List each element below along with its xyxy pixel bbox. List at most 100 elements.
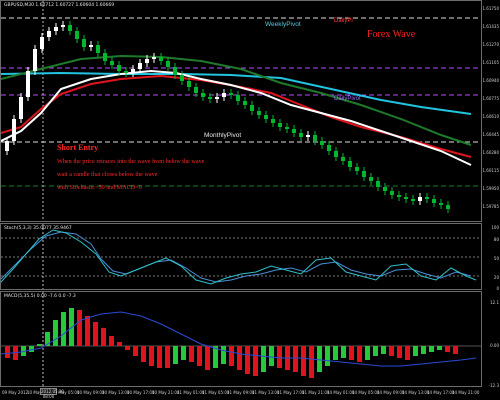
candle <box>159 57 163 61</box>
time-tick-label: 14 May 09:00 <box>377 390 405 395</box>
macd-bar <box>437 346 442 350</box>
macd-bar <box>189 346 194 362</box>
candle <box>89 45 93 47</box>
macd-bar <box>197 346 202 366</box>
candle <box>411 199 415 201</box>
macd-bar <box>269 346 274 366</box>
macd-bar <box>125 346 130 350</box>
price-tick-label: 1.60115 <box>482 168 499 173</box>
macd-tick-label: 0.00 <box>490 343 499 348</box>
annotation-line-2: wait a candle that closes below the wave <box>57 171 158 178</box>
candle <box>348 161 352 167</box>
price-tick-label: 1.60445 <box>482 132 499 137</box>
candle <box>208 97 212 99</box>
macd-bar <box>173 346 178 364</box>
macd-panel[interactable]: MACD(5,35,5) 0.00 -7.6 0.0 -7.3 <box>0 291 482 387</box>
macd-bar <box>325 346 330 366</box>
candle <box>131 69 135 73</box>
candle <box>12 119 16 141</box>
candle <box>313 135 317 141</box>
time-axis: 09 May 201210 May 01:0010 May 05:0010 Ma… <box>0 388 482 400</box>
stoch-tick-label: 20 <box>493 275 499 280</box>
macd-bar <box>229 346 234 366</box>
price-tick-label: 1.61105 <box>482 60 499 65</box>
macd-bar <box>85 316 90 346</box>
candle <box>201 93 205 97</box>
macd-bar <box>341 346 346 358</box>
candle <box>54 27 58 31</box>
candle <box>292 129 296 133</box>
candle <box>117 65 121 71</box>
candle <box>243 101 247 105</box>
macd-bar <box>373 346 378 356</box>
stoch-signal-line <box>1 231 472 283</box>
time-tick-label: 11 May 17:00 <box>277 390 305 395</box>
macd-bar <box>381 346 386 354</box>
candle <box>96 45 100 53</box>
macd-bar <box>133 346 138 356</box>
macd-bar <box>149 346 154 366</box>
macd-bar <box>93 322 98 346</box>
time-tick-label: 11 May 05:00 <box>202 390 230 395</box>
macd-bar <box>253 346 258 376</box>
candle <box>334 151 338 157</box>
macd-bar <box>389 346 394 356</box>
candle <box>103 53 107 61</box>
candle <box>166 61 170 67</box>
time-tick-label: 10 May 13:00 <box>102 390 130 395</box>
candle <box>5 141 9 151</box>
candle <box>145 59 149 63</box>
macd-bar <box>413 346 418 356</box>
candle <box>327 145 331 151</box>
candle <box>40 37 44 49</box>
macd-bar <box>309 346 314 378</box>
candle <box>320 141 324 145</box>
price-tick-label: 1.60610 <box>482 114 499 119</box>
macd-bar <box>237 346 242 370</box>
macd-bar <box>277 346 282 368</box>
macd-bar <box>141 346 146 362</box>
price-tick-label: 1.61750 <box>482 6 499 11</box>
candle <box>187 81 191 87</box>
time-tick-label: 10 May 17:00 <box>127 390 155 395</box>
macd-bar <box>301 346 306 376</box>
macd-bar <box>29 346 34 352</box>
candle <box>397 195 401 197</box>
candle <box>250 105 254 111</box>
macd-bar <box>117 342 122 346</box>
macd-bar <box>101 328 106 346</box>
candle <box>222 93 226 97</box>
macd-bar <box>453 346 458 354</box>
candle <box>124 71 128 73</box>
candle <box>180 75 184 81</box>
price-axis: 1.61750 1.61435 1.61270 1.61105 1.60940 1.607… <box>482 0 500 388</box>
candle <box>355 167 359 171</box>
macd-bar <box>349 346 354 360</box>
stoch-tick-label: 100 <box>491 225 499 230</box>
macd-bar <box>205 346 210 370</box>
stoch-tick-label: 50 <box>493 256 499 261</box>
candle <box>61 25 65 27</box>
macd-header: MACD(5,35,5) 0.00 -7.6 0.0 -7.3 <box>4 294 76 299</box>
annotation-line-1: When the price retraces into the wave fr… <box>57 158 205 165</box>
price-panel[interactable]: GBPUSD,M30 1.60712 1.60727 1.60604 1.606… <box>0 0 482 222</box>
macd-bar <box>293 346 298 372</box>
daily-pivot-top-label: DailyPi <box>334 18 353 24</box>
time-tick-label: 10 May 21:00 <box>152 390 180 395</box>
macd-bar <box>357 346 362 362</box>
chart-title: Forex Wave <box>367 29 416 40</box>
candle <box>236 95 240 101</box>
stochastic-panel[interactable]: Stoch(5,3,3) 35.0077 35.9467 <box>0 223 482 290</box>
symbol-header: GBPUSD,M30 1.60712 1.60727 1.60604 1.606… <box>4 3 115 8</box>
macd-bar <box>53 320 58 346</box>
daily-pivot-label: DailyPivot <box>334 96 361 102</box>
candle <box>152 57 156 59</box>
candle <box>306 135 310 137</box>
chart-window: GBPUSD,M30 1.60712 1.60727 1.60604 1.606… <box>0 0 500 400</box>
macd-bar <box>109 336 114 346</box>
macd-bar <box>261 346 266 372</box>
macd-bar <box>5 346 10 358</box>
time-tick-label: 11 May 13:00 <box>252 390 280 395</box>
candle <box>418 197 422 201</box>
macd-bar <box>317 346 322 372</box>
